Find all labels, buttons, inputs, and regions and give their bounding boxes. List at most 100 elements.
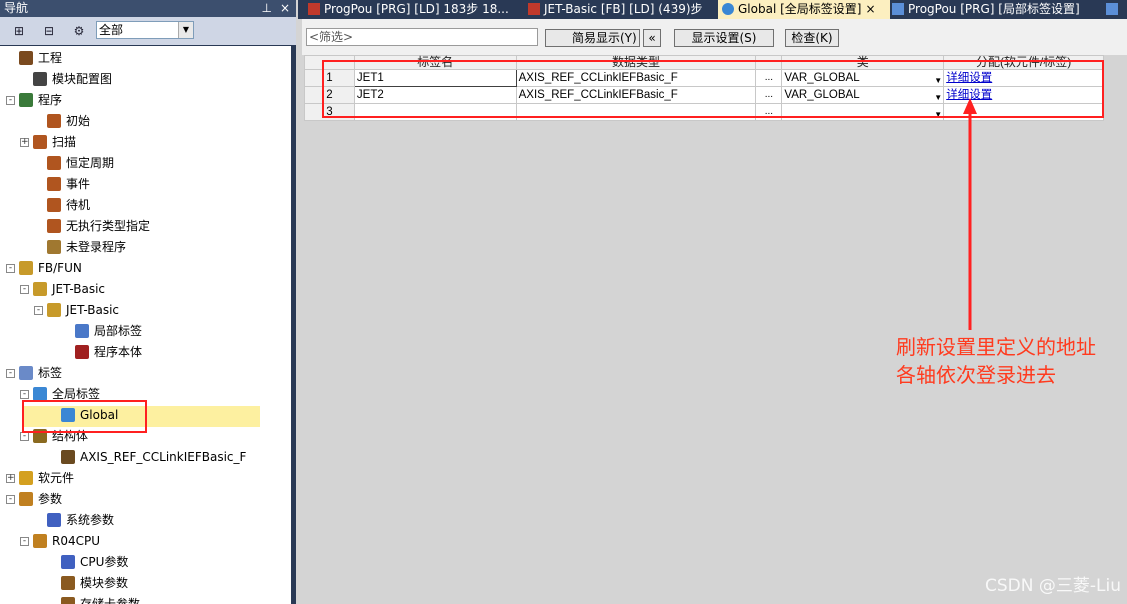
collapse-node-icon[interactable]: -	[6, 96, 15, 105]
collapse-node-icon[interactable]: -	[34, 306, 43, 315]
tree-node-label: AXIS_REF_CCLinkIEFBasic_F	[80, 450, 247, 464]
tree-node-label: JET-Basic	[52, 282, 106, 296]
cpu-parameter-icon	[61, 554, 75, 569]
tree-node-label: 扫描	[52, 135, 77, 149]
check-button[interactable]: 检查(K)	[785, 29, 839, 47]
tree-highlight-box	[22, 400, 147, 433]
local-label-icon	[892, 2, 904, 15]
system-parameter-icon	[47, 512, 61, 527]
tree-node-label: 系统参数	[66, 513, 115, 527]
unregistered-program-icon	[47, 239, 61, 254]
expand-all-icon[interactable]: ⊞	[8, 21, 30, 41]
annotation-line-2: 各轴依次登录进去	[896, 363, 1056, 387]
tree-node[interactable]: - 参数	[6, 489, 62, 510]
watermark: CSDN @三菱-Liu	[985, 576, 1121, 596]
navigation-title: 导航	[4, 1, 29, 15]
project-icon	[19, 50, 33, 65]
close-tab-icon[interactable]: ×	[865, 2, 875, 16]
tree-node[interactable]: 局部标签	[62, 321, 142, 342]
tree-node-label: 待机	[66, 198, 91, 212]
chevron-down-icon[interactable]: ▼	[178, 22, 193, 38]
tree-node-label: 工程	[38, 51, 63, 65]
tree-node-label: 局部标签	[94, 324, 143, 338]
tree-node[interactable]: AXIS_REF_CCLinkIEFBasic_F	[48, 447, 246, 468]
collapse-all-icon[interactable]: ⊟	[38, 21, 60, 41]
tree-node[interactable]: - JET-Basic	[20, 279, 105, 300]
project-tree: 工程模块配置图 - 程序 初始 + 扫描恒定周期事件待机无执行类型指定 未登录程序 - FB/F…	[0, 46, 296, 604]
collapse-node-icon[interactable]: -	[20, 390, 29, 399]
ladder-program-icon	[308, 2, 320, 15]
tree-node-label: 未登录程序	[66, 240, 127, 254]
folder-icon	[33, 281, 47, 296]
tree-node-label: FB/FUN	[38, 261, 82, 275]
simple-display-button[interactable]: 简易显示(Y)	[545, 29, 640, 47]
label-editor-toolbar: <筛选> 简易显示(Y) « 显示设置(S) 检查(K)	[302, 19, 1127, 55]
filter-input[interactable]: <筛选>	[306, 28, 538, 46]
tree-node[interactable]: 系统参数	[34, 510, 114, 531]
tree-node[interactable]: 恒定周期	[34, 153, 114, 174]
tab-progpou-ld[interactable]: ProgPou [PRG] [LD] 183步 18...	[304, 0, 514, 19]
local-label-icon	[1106, 2, 1118, 15]
editor-tab-bar: ProgPou [PRG] [LD] 183步 18... JET-Basic …	[298, 0, 1127, 19]
collapse-node-icon[interactable]: -	[20, 432, 29, 441]
tree-node[interactable]: 事件	[34, 174, 90, 195]
program-type-icon	[47, 197, 61, 212]
tree-node-label: 无执行类型指定	[66, 219, 151, 233]
collapse-node-icon[interactable]: -	[6, 264, 15, 273]
annotation-line-1: 刷新设置里定义的地址	[896, 335, 1096, 359]
program-type-icon	[47, 218, 61, 233]
tab-progpou-local-labels[interactable]: ProgPou [PRG] [局部标签设置]	[888, 0, 1094, 19]
collapse-node-icon[interactable]: -	[6, 369, 15, 378]
module-config-icon	[33, 71, 47, 86]
tree-node-label: R04CPU	[52, 534, 101, 548]
tree-node[interactable]: 未登录程序	[34, 237, 126, 258]
tab-jet-basic-fb[interactable]: JET-Basic [FB] [LD] (439)步	[524, 0, 708, 19]
tree-node[interactable]: + 扫描	[20, 132, 76, 153]
tree-node[interactable]: 模块参数	[48, 573, 128, 594]
tree-node[interactable]: - R04CPU	[20, 531, 100, 552]
close-icon[interactable]: ×	[280, 0, 290, 17]
tree-node[interactable]: - 标签	[6, 363, 62, 384]
cpu-folder-icon	[33, 533, 47, 548]
tree-node-label: CPU参数	[80, 555, 129, 569]
tab-overflow[interactable]	[1102, 0, 1127, 19]
navigation-filter-select[interactable]: 全部 ▼	[96, 21, 194, 39]
tree-node[interactable]: - FB/FUN	[6, 258, 82, 279]
collapse-node-icon[interactable]: -	[20, 537, 29, 546]
pin-icon[interactable]: ⊥	[262, 0, 272, 17]
tree-node[interactable]: 工程	[6, 48, 62, 69]
display-settings-button[interactable]: 显示设置(S)	[674, 29, 774, 47]
expand-node-icon[interactable]: +	[20, 138, 29, 147]
tree-node[interactable]: - 程序	[6, 90, 62, 111]
program-type-icon	[47, 113, 61, 128]
struct-icon	[61, 449, 75, 464]
tree-node[interactable]: CPU参数	[48, 552, 128, 573]
tree-node[interactable]: 无执行类型指定	[34, 216, 150, 237]
expand-node-icon[interactable]: +	[6, 474, 15, 483]
annotation-arrow	[963, 98, 977, 330]
tree-node[interactable]: 程序本体	[62, 342, 142, 363]
program-type-icon	[33, 134, 47, 149]
program-body-icon	[75, 344, 89, 359]
device-folder-icon	[19, 470, 33, 485]
tree-node[interactable]: - JET-Basic	[34, 300, 119, 321]
collapse-node-icon[interactable]: -	[6, 495, 15, 504]
tree-node-label: 恒定周期	[66, 156, 115, 170]
tree-node[interactable]: 存储卡参数	[48, 594, 140, 604]
tree-node[interactable]: 待机	[34, 195, 90, 216]
gear-icon[interactable]: ⚙	[68, 21, 90, 41]
tree-node[interactable]: 模块配置图	[20, 69, 112, 90]
fb-icon	[47, 302, 61, 317]
collapse-toolbar-button[interactable]: «	[643, 29, 661, 47]
global-label-folder-icon	[33, 386, 47, 401]
navigation-scrollbar[interactable]	[291, 46, 296, 604]
tree-node-label: JET-Basic	[66, 303, 120, 317]
tab-global-label-settings[interactable]: Global [全局标签设置] ×	[718, 0, 890, 19]
tree-node[interactable]: + 软元件	[6, 468, 74, 489]
tree-node-label: 标签	[38, 366, 63, 380]
tree-node-label: 事件	[66, 177, 91, 191]
annotation-text: 刷新设置里定义的地址 各轴依次登录进去	[896, 333, 1096, 389]
collapse-node-icon[interactable]: -	[20, 285, 29, 294]
navigation-filter-value: 全部	[99, 23, 124, 37]
tree-node[interactable]: 初始	[34, 111, 90, 132]
